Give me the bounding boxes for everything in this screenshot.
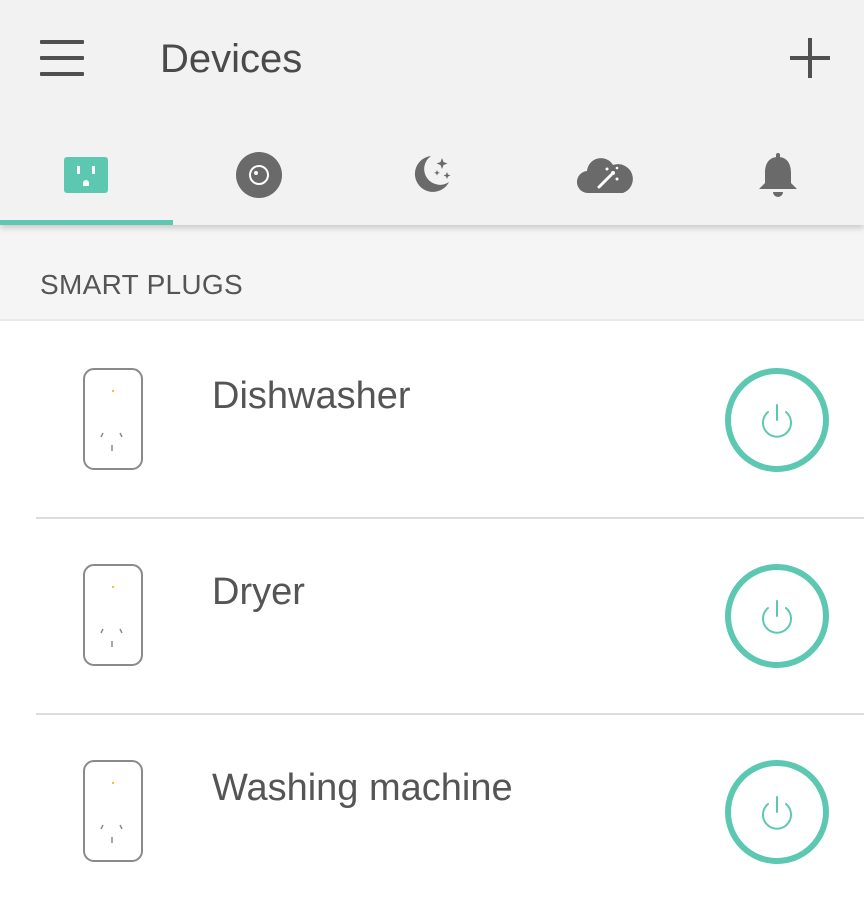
smart-plug-icon xyxy=(64,157,109,193)
section-header: SMART PLUGS xyxy=(0,225,864,321)
tab-smart-plugs[interactable] xyxy=(0,125,173,225)
device-row-dryer[interactable]: Dryer xyxy=(0,519,864,715)
camera-lens-icon xyxy=(236,152,283,198)
section-title: SMART PLUGS xyxy=(40,269,243,300)
moon-stars-icon xyxy=(414,156,451,192)
smart-plug-device-icon xyxy=(83,564,143,666)
add-device-button[interactable] xyxy=(788,36,832,80)
device-list: Dishwasher Dryer Washing machine xyxy=(0,323,864,897)
device-name: Dryer xyxy=(212,571,305,613)
page-title: Devices xyxy=(160,37,303,81)
tab-notifications[interactable] xyxy=(691,125,864,225)
hamburger-menu-icon[interactable] xyxy=(36,36,88,80)
power-toggle-button[interactable] xyxy=(724,367,830,473)
tab-automation[interactable] xyxy=(518,125,691,225)
tab-cameras[interactable] xyxy=(173,125,346,225)
tab-bar xyxy=(0,125,864,225)
cloud-magic-icon xyxy=(576,158,633,194)
device-row-washing-machine[interactable]: Washing machine xyxy=(0,715,864,897)
power-toggle-button[interactable] xyxy=(724,563,830,669)
smart-plug-device-icon xyxy=(83,760,143,862)
device-row-dishwasher[interactable]: Dishwasher xyxy=(0,323,864,519)
app-bar: Devices xyxy=(0,0,864,225)
app-screen: Devices SMART PLUGS Dishwasher Dryer Was… xyxy=(0,0,864,897)
device-name: Dishwasher xyxy=(212,375,411,417)
bell-icon xyxy=(758,153,797,197)
device-name: Washing machine xyxy=(212,767,513,809)
smart-plug-device-icon xyxy=(83,368,143,470)
power-toggle-button[interactable] xyxy=(724,759,830,865)
tab-scenes[interactable] xyxy=(346,125,519,225)
active-tab-indicator xyxy=(0,220,173,225)
